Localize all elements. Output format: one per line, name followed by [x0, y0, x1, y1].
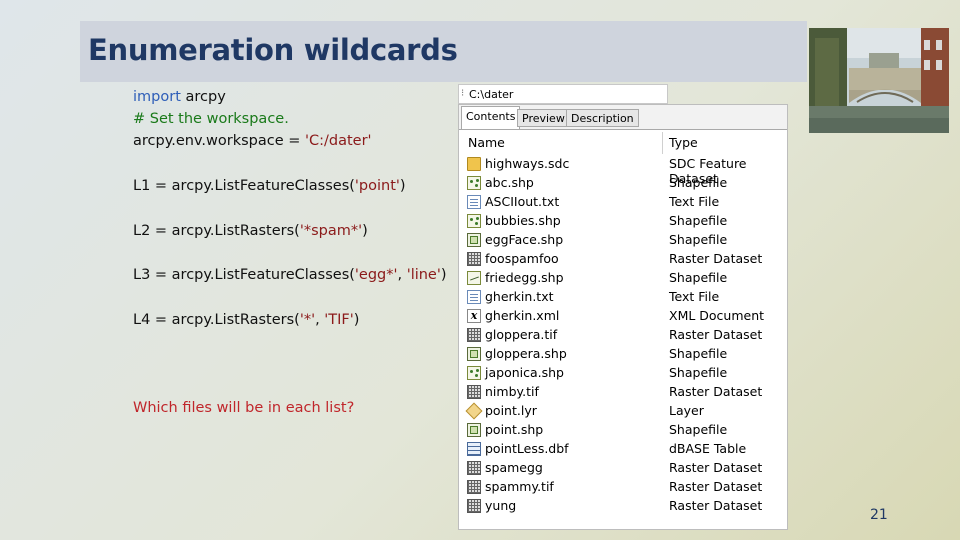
file-name: gloppera.shp [485, 346, 567, 361]
list-item[interactable]: gloppera.tif Raster Dataset [459, 326, 787, 345]
list-item[interactable]: abc.shp Shapefile [459, 174, 787, 193]
code-line-workspace: arcpy.env.workspace = 'C:/dater' [133, 133, 372, 149]
tab-preview[interactable]: Preview [517, 109, 570, 127]
text-file-icon [467, 290, 481, 304]
bridge-photo-icon [809, 28, 949, 133]
raster-icon [467, 480, 481, 494]
file-name: pointLess.dbf [485, 441, 569, 456]
file-name: ASCIIout.txt [485, 194, 560, 209]
file-type: Shapefile [669, 422, 728, 437]
polygon-shapefile-icon [467, 233, 481, 247]
page-number: 21 [870, 507, 888, 523]
point-shapefile-icon [467, 214, 481, 228]
list-item[interactable]: spammy.tif Raster Dataset [459, 478, 787, 497]
file-name: point.shp [485, 422, 544, 437]
file-type: Text File [669, 289, 720, 304]
grip-icon: ⁝ [461, 88, 465, 99]
raster-icon [467, 328, 481, 342]
file-name: nimby.tif [485, 384, 539, 399]
catalog-window: Contents Preview Description Name Type h… [458, 104, 788, 530]
list-item[interactable]: point.shp Shapefile [459, 421, 787, 440]
list-item[interactable]: x gherkin.xml XML Document [459, 307, 787, 326]
xml-icon: x [467, 309, 481, 323]
list-item[interactable]: highways.sdc SDC Feature Dataset [459, 155, 787, 186]
list-item[interactable]: gloppera.shp Shapefile [459, 345, 787, 364]
polygon-shapefile-icon [467, 347, 481, 361]
file-type: Raster Dataset [669, 384, 763, 399]
tab-bar: Contents Preview Description [459, 105, 787, 130]
file-name: bubbies.shp [485, 213, 561, 228]
code-line-l2: L2 = arcpy.ListRasters('*spam*') [133, 223, 368, 239]
question-text: Which files will be in each list? [133, 400, 355, 416]
address-bar[interactable]: ⁝ C:\dater [458, 84, 668, 104]
code-line-l1: L1 = arcpy.ListFeatureClasses('point') [133, 178, 406, 194]
file-name: japonica.shp [485, 365, 564, 380]
column-header-name[interactable]: Name [468, 135, 505, 150]
file-type: Shapefile [669, 365, 728, 380]
file-type: Shapefile [669, 232, 728, 247]
list-item[interactable]: gherkin.txt Text File [459, 288, 787, 307]
code-line-l3: L3 = arcpy.ListFeatureClasses('egg*', 'l… [133, 267, 447, 283]
list-item[interactable]: pointLess.dbf dBASE Table [459, 440, 787, 459]
list-item[interactable]: bubbies.shp Shapefile [459, 212, 787, 231]
polygon-shapefile-icon [467, 423, 481, 437]
code-line-comment: # Set the workspace. [133, 111, 289, 127]
raster-icon [467, 252, 481, 266]
list-item[interactable]: spamegg Raster Dataset [459, 459, 787, 478]
file-type: Shapefile [669, 270, 728, 285]
point-shapefile-icon [467, 176, 481, 190]
list-item[interactable]: yung Raster Dataset [459, 497, 787, 516]
column-separator[interactable] [662, 132, 663, 154]
table-icon [467, 442, 481, 456]
file-type: Raster Dataset [669, 479, 763, 494]
raster-icon [467, 385, 481, 399]
file-name: eggFace.shp [485, 232, 564, 247]
file-name: gherkin.txt [485, 289, 554, 304]
file-name: gloppera.tif [485, 327, 558, 342]
list-item[interactable]: nimby.tif Raster Dataset [459, 383, 787, 402]
layer-icon [465, 402, 483, 420]
folder-icon [467, 157, 481, 171]
title-band: Enumeration wildcards [80, 21, 807, 82]
file-type: XML Document [669, 308, 765, 323]
file-type: Layer [669, 403, 704, 418]
file-type: Raster Dataset [669, 327, 763, 342]
file-name: spammy.tif [485, 479, 554, 494]
file-name: spamegg [485, 460, 543, 475]
file-name: highways.sdc [485, 156, 570, 171]
list-item[interactable]: point.lyr Layer [459, 402, 787, 421]
list-item[interactable]: friedegg.shp Shapefile [459, 269, 787, 288]
file-type: Shapefile [669, 213, 728, 228]
tab-description[interactable]: Description [566, 109, 639, 127]
tab-contents[interactable]: Contents [461, 106, 521, 129]
list-item[interactable]: eggFace.shp Shapefile [459, 231, 787, 250]
address-path: C:\dater [469, 88, 514, 101]
file-type: Raster Dataset [669, 251, 763, 266]
file-name: abc.shp [485, 175, 534, 190]
file-name: yung [485, 498, 517, 513]
file-type: Raster Dataset [669, 498, 763, 513]
column-header-type[interactable]: Type [669, 135, 698, 150]
list-item[interactable]: japonica.shp Shapefile [459, 364, 787, 383]
code-line-l4: L4 = arcpy.ListRasters('*', 'TIF') [133, 312, 360, 328]
code-line-import: import arcpy [133, 89, 226, 105]
raster-icon [467, 461, 481, 475]
point-shapefile-icon [467, 366, 481, 380]
file-type: dBASE Table [669, 441, 747, 456]
file-name: point.lyr [485, 403, 537, 418]
file-type: Shapefile [669, 346, 728, 361]
file-name: friedegg.shp [485, 270, 564, 285]
text-file-icon [467, 195, 481, 209]
file-name: gherkin.xml [485, 308, 560, 323]
list-item[interactable]: ASCIIout.txt Text File [459, 193, 787, 212]
file-type: Raster Dataset [669, 460, 763, 475]
file-type: Shapefile [669, 175, 728, 190]
file-name: foospamfoo [485, 251, 559, 266]
list-item[interactable]: foospamfoo Raster Dataset [459, 250, 787, 269]
line-shapefile-icon [467, 271, 481, 285]
slide-title: Enumeration wildcards [88, 33, 458, 67]
raster-icon [467, 499, 481, 513]
file-type: Text File [669, 194, 720, 209]
